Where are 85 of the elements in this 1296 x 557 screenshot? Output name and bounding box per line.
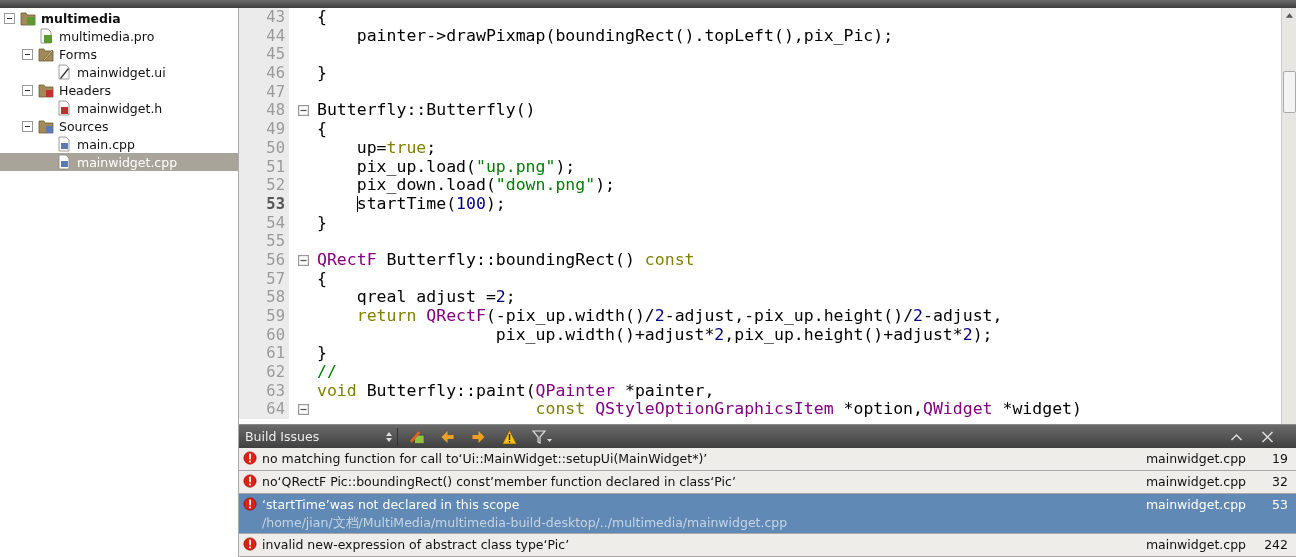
line-number: 43: [239, 8, 289, 27]
error-icon: [243, 497, 257, 511]
pencil-file-icon: [56, 64, 72, 80]
code-line: {: [317, 268, 327, 288]
code-line: pix_up.width()+adjust*2,pix_up.height()+adjust*2);: [495, 324, 993, 344]
code-editor[interactable]: [239, 8, 1296, 425]
collapse-toggle[interactable]: [22, 84, 33, 96]
fold-toggle-icon[interactable]: [297, 254, 309, 266]
issue-row[interactable]: no matching function for call to‘Ui::MainWidget::setupUi(MainWidget*)’ mainwidget.cpp 19: [239, 448, 1296, 471]
tree-item[interactable]: mainwidget.h: [77, 100, 163, 116]
code-line: //: [317, 362, 337, 382]
folder-icon: [38, 118, 54, 134]
scrollbar-thumb[interactable]: [1282, 71, 1296, 113]
line-number: 59: [239, 307, 289, 326]
line-number: 45: [239, 45, 289, 65]
header-file-icon: [56, 100, 72, 116]
fold-toggle-icon[interactable]: [297, 105, 309, 117]
collapse-toggle[interactable]: [22, 120, 33, 132]
line-number: 64: [239, 400, 289, 420]
line-number: 53: [1271, 496, 1288, 513]
line-number: 55: [239, 232, 289, 251]
project-file-icon: [38, 28, 54, 44]
tree-item[interactable]: mainwidget.ui: [77, 64, 166, 80]
code-line: painter->drawPixmap(boundingRect().topLeft(),pix_Pic);: [355, 25, 894, 45]
scrollbar[interactable]: [1281, 8, 1296, 424]
tree-item[interactable]: multimedia.pro: [59, 28, 155, 44]
code-line: pix_up.load("up.png");: [355, 156, 576, 176]
filter-icon[interactable]: [532, 428, 554, 445]
code-line: {: [317, 8, 327, 26]
error-icon: [243, 537, 257, 551]
cpp-file-icon: [56, 154, 72, 170]
error-icon: [243, 474, 257, 488]
line-number: 49: [239, 120, 289, 139]
collapse-toggle[interactable]: [22, 48, 33, 60]
tree-item[interactable]: main.cpp: [77, 136, 135, 152]
scroll-up-icon[interactable]: [1284, 11, 1294, 19]
error-icon: [243, 451, 257, 465]
issue-row[interactable]: invalid new-expression of abstract class type‘Pic’ mainwidget.cpp 242: [239, 534, 1296, 557]
cpp-file-icon: [56, 136, 72, 152]
file-name: mainwidget.cpp: [1145, 450, 1246, 467]
code-line: {: [317, 119, 327, 139]
line-number: 48: [239, 101, 289, 121]
folder-icon: [38, 82, 54, 98]
issue-message: no‘QRectF Pic::boundingRect() const’member function declared in class‘Pic’: [262, 473, 737, 490]
clear-icon[interactable]: [408, 428, 425, 445]
code-line: return QRectF(-pix_up.width()/2-adjust,-pix_up.height()/2-adjust,: [355, 306, 1003, 325]
file-name: mainwidget.cpp: [1145, 473, 1246, 490]
code-line: startTime(100);: [355, 193, 506, 213]
line-number: 61: [239, 344, 289, 364]
updown-icon: [385, 430, 393, 443]
line-number: 32: [1271, 473, 1288, 490]
folder-icon: [20, 10, 36, 26]
code-line: QRectF Butterfly::boundingRect() const: [317, 249, 695, 269]
line-number: 62: [239, 363, 289, 382]
code-line: }: [317, 343, 327, 363]
tree-item[interactable]: Sources: [59, 118, 109, 134]
arrow-left-icon[interactable]: [439, 428, 456, 445]
file-path: /home/jian/文档/MultiMedia/multimedia-build-desktop/../multimedia/mainwidget.cpp: [262, 514, 789, 532]
file-name: mainwidget.cpp: [1145, 496, 1246, 513]
fold-toggle-icon[interactable]: [297, 404, 309, 416]
collapse-toggle[interactable]: [4, 12, 15, 24]
tree-item[interactable]: Forms: [59, 46, 97, 62]
issue-message: no matching function for call to‘Ui::MainWidget::setupUi(MainWidget*)’: [262, 450, 709, 467]
code-line: }: [317, 63, 327, 83]
line-number: 52: [239, 176, 289, 195]
code-line: void Butterfly::paint(QPainter *painter,: [317, 380, 715, 400]
code-line: up=true;: [355, 137, 437, 157]
line-number: 46: [239, 64, 289, 83]
code-line: Butterfly::Butterfly(): [317, 100, 536, 120]
code-line: }: [317, 212, 327, 232]
line-number: 242: [1263, 536, 1288, 553]
file-name: mainwidget.cpp: [1145, 536, 1246, 553]
warning-icon[interactable]: [501, 428, 518, 445]
issue-row[interactable]: ‘startTime’was not declared in this scope /home/jian/文档/MultiMedia/multimedia-build-desktop/../multimedia/mainwidget.cpp mainwidget.cpp 53: [239, 494, 1296, 534]
code-line: const QStyleOptionGraphicsItem *option,QWidget *widget): [534, 399, 1082, 419]
tree-item[interactable]: multimedia: [41, 10, 121, 26]
tree-item[interactable]: Headers: [59, 82, 112, 98]
code-line: pix_down.load("down.png");: [355, 175, 616, 195]
line-number: 19: [1271, 450, 1288, 467]
issue-message: ‘startTime’was not declared in this scope: [262, 496, 521, 513]
code-line: qreal adjust =2;: [355, 287, 516, 307]
folder-icon: [38, 46, 54, 62]
panel-selector[interactable]: Build Issues: [245, 429, 397, 444]
issue-message: invalid new-expression of abstract class type‘Pic’: [262, 536, 571, 553]
line-number: 58: [239, 288, 289, 307]
